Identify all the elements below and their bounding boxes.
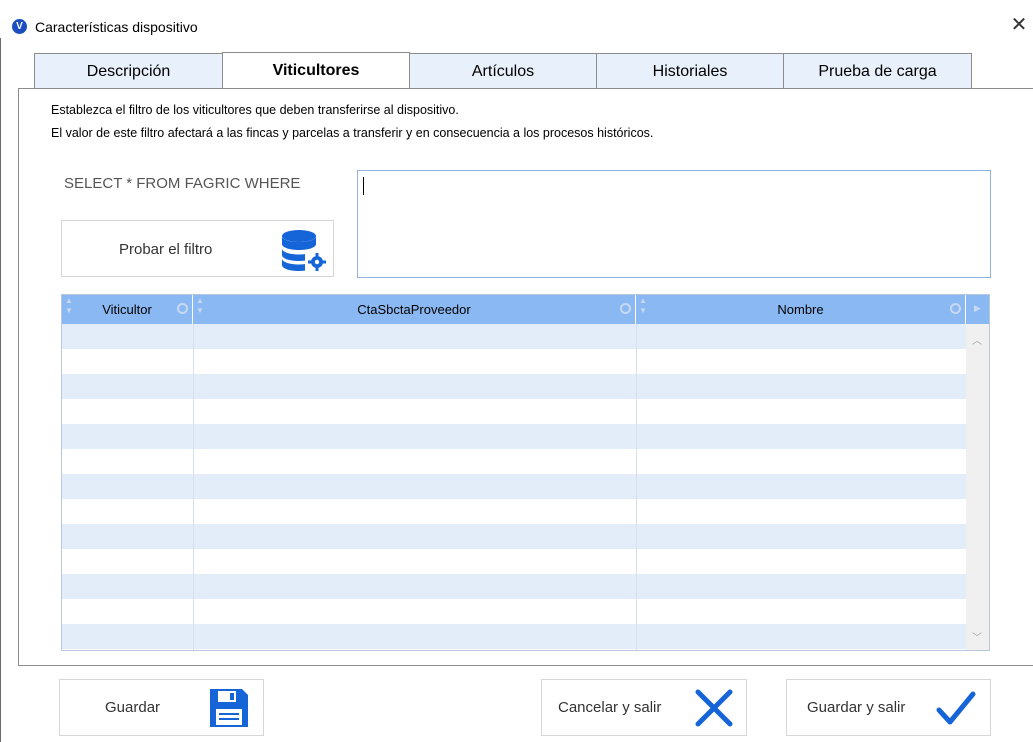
table-row[interactable] [62, 349, 966, 374]
grid-header: ▲ ▼ Viticultor ▲ ▼ CtaSbctaProveedor ▲ ▼ No… [62, 295, 989, 324]
table-row[interactable] [62, 374, 966, 399]
tab-viticultores[interactable]: Viticultores [222, 52, 410, 90]
test-filter-label: Probar el filtro [119, 241, 213, 258]
column-header-label: Nombre [777, 302, 824, 317]
table-row[interactable] [62, 499, 966, 524]
column-header-ctasbctaproveedor[interactable]: ▲ ▼ CtaSbctaProveedor [193, 295, 636, 324]
save-exit-button-label: Guardar y salir [807, 699, 906, 716]
vertical-scrollbar[interactable]: ︿ ﹀ [966, 324, 989, 650]
x-icon [695, 689, 733, 727]
column-search-icon[interactable] [620, 303, 631, 314]
column-header-label: Viticultor [102, 302, 152, 317]
checkmark-icon [936, 691, 976, 725]
save-and-exit-button[interactable]: Guardar y salir [786, 679, 991, 736]
window-left-border [0, 0, 1, 742]
window-title: Características dispositivo [35, 19, 198, 35]
close-button[interactable]: ✕ [1008, 15, 1030, 37]
title-bar: V Características dispositivo ✕ [0, 0, 1033, 38]
viticultores-grid[interactable]: ▲ ▼ Viticultor ▲ ▼ CtaSbctaProveedor ▲ ▼ No… [61, 294, 990, 651]
scroll-right-icon[interactable]: ▶ [974, 303, 981, 314]
table-row[interactable] [62, 599, 966, 624]
scroll-down-icon[interactable]: ﹀ [972, 629, 982, 644]
app-logo-icon: V [12, 19, 27, 34]
table-row[interactable] [62, 474, 966, 499]
column-header-label: CtaSbctaProveedor [357, 302, 471, 317]
description-line-2: El valor de este filtro afectará a las f… [51, 126, 654, 140]
column-search-icon[interactable] [177, 303, 188, 314]
test-filter-button[interactable]: Probar el filtro [61, 220, 334, 277]
column-header-viticultor[interactable]: ▲ ▼ Viticultor [62, 295, 193, 324]
grid-body [62, 324, 966, 650]
tab-prueba-de-carga[interactable]: Prueba de carga [783, 53, 972, 89]
floppy-disk-icon [210, 689, 248, 727]
table-row[interactable] [62, 624, 966, 649]
save-button[interactable]: Guardar [59, 679, 264, 736]
column-divider [193, 324, 194, 650]
table-row[interactable] [62, 399, 966, 424]
table-row[interactable] [62, 324, 966, 349]
cancel-and-exit-button[interactable]: Cancelar y salir [541, 679, 747, 736]
table-row[interactable] [62, 449, 966, 474]
filter-input[interactable] [357, 170, 991, 278]
text-caret [363, 177, 364, 195]
table-row[interactable] [62, 549, 966, 574]
select-label: SELECT * FROM FAGRIC WHERE [64, 175, 301, 192]
tab-articulos[interactable]: Artículos [409, 53, 597, 89]
column-search-icon[interactable] [950, 303, 961, 314]
cancel-button-label: Cancelar y salir [558, 699, 662, 716]
table-row[interactable] [62, 524, 966, 549]
save-button-label: Guardar [105, 699, 161, 716]
tab-descripcion[interactable]: Descripción [34, 53, 223, 89]
column-header-nombre[interactable]: ▲ ▼ Nombre [636, 295, 966, 324]
table-row[interactable] [62, 424, 966, 449]
table-row[interactable] [62, 574, 966, 599]
column-divider [636, 324, 637, 650]
scroll-up-icon[interactable]: ︿ [972, 332, 982, 347]
tab-bar: Descripción Viticultores Artículos Histo… [34, 52, 972, 90]
tab-historiales[interactable]: Historiales [596, 53, 784, 89]
database-gear-icon [282, 230, 326, 271]
description-line-1: Establezca el filtro de los viticultores… [51, 103, 459, 117]
